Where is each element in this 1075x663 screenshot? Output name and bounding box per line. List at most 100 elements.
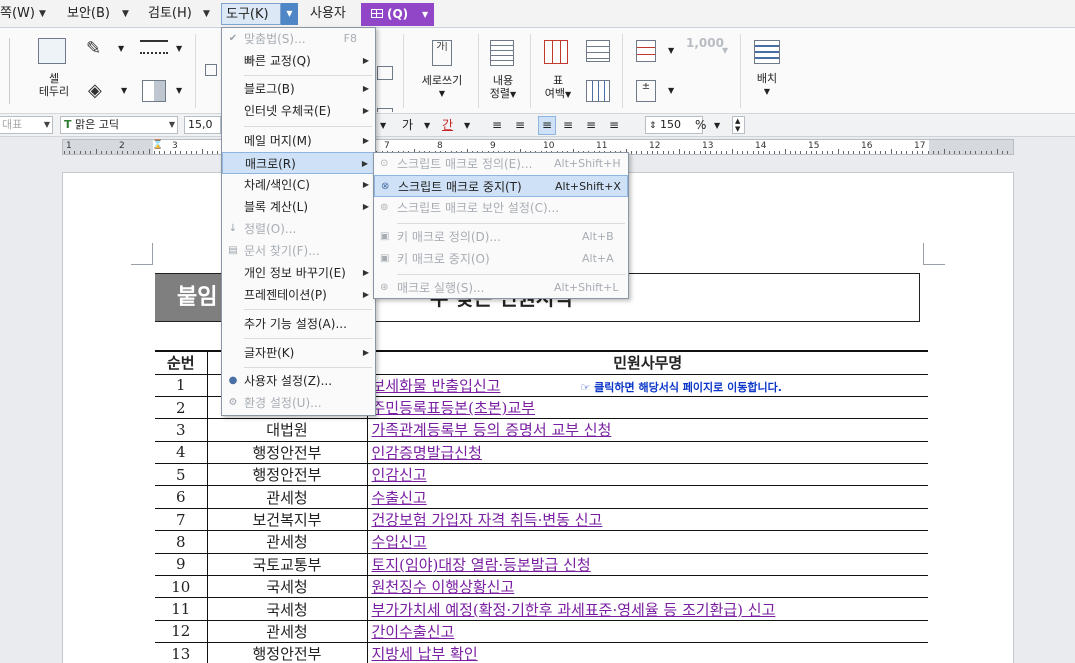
menu-item-presentation[interactable]: 프레젠테이션(P) ▶ — [222, 284, 375, 306]
menu-item-personal-info[interactable]: 개인 정보 바꾸기(E) ▶ — [222, 262, 375, 284]
arrange-button[interactable]: 배치 ▼ — [748, 72, 786, 98]
form-link[interactable]: 가족관계등록부 등의 증명서 교부 신청 — [372, 421, 612, 439]
menu-item-block-calc[interactable]: 블록 계산(L) ▶ — [222, 196, 375, 218]
menu-item-toc-index[interactable]: 차례/색인(C) ▶ — [222, 174, 375, 196]
menu-review[interactable]: 검토(H) — [144, 3, 196, 25]
form-link[interactable]: 지방세 납부 확인 — [372, 645, 478, 663]
align-right-icon[interactable]: ≡ — [563, 117, 573, 134]
pen-dropdown-icon[interactable]: ▼ — [118, 44, 124, 53]
form-link[interactable]: 보세화물 반출입신고 — [372, 377, 501, 395]
font-char-button[interactable]: 가 — [402, 117, 413, 134]
counter-dropdown-icon[interactable]: ▼ — [722, 46, 728, 55]
ruler-indent-marker-icon[interactable]: ⌛ — [152, 140, 163, 150]
menu-item-keyboard[interactable]: 글자판(K) ▶ — [222, 342, 375, 364]
align-left-icon[interactable]: ≡ — [515, 117, 525, 134]
form-link[interactable]: 부가가치세 예정(확정·기한후 과세표준·영세율 등 조기환급) 신고 — [372, 601, 776, 619]
form-link[interactable]: 인감신고 — [372, 466, 427, 484]
table-margin-icon[interactable] — [544, 40, 568, 64]
cell-border-button[interactable]: 셀 테두리 — [32, 72, 76, 98]
pen-icon[interactable]: ✎ — [86, 38, 112, 59]
grid2-icon[interactable] — [377, 108, 393, 112]
font-size-combo[interactable]: 15,0 — [184, 116, 221, 134]
tab-table-arrow-icon[interactable]: ▼ — [422, 3, 428, 26]
menu-tools[interactable]: 도구(K) — [221, 3, 281, 25]
cell-border-icon[interactable] — [38, 38, 66, 64]
menu-security[interactable]: 보안(B) — [63, 3, 114, 25]
font-dropdown-icon[interactable]: ▼ — [169, 117, 175, 133]
menu-review-arrow-icon[interactable]: ▼ — [203, 3, 210, 25]
row-height-icon[interactable] — [586, 40, 610, 62]
row-form-name: 부가가치세 예정(확정·기한후 과세표준·영세율 등 조기환급) 신고 — [367, 597, 928, 621]
menu-item-internet-post[interactable]: 인터넷 우체국(E) ▶ — [222, 100, 375, 122]
menu-tools-arrow-icon[interactable]: ▼ — [281, 3, 298, 25]
menu-item-spellcheck[interactable]: ✔ 맞춤법(S)... F8 — [222, 28, 375, 50]
menu-item-macro[interactable]: 매크로(R) ▶ — [222, 152, 375, 174]
style-dropdown-icon[interactable]: ▼ — [44, 117, 50, 133]
style-combo[interactable]: 대표 ▼ — [0, 116, 53, 134]
menu-item-quick-correct[interactable]: 빠른 교정(Q) ▶ — [222, 50, 375, 72]
menu-item-preferences[interactable]: ⚙ 환경 설정(U)... — [222, 392, 375, 414]
form-link[interactable]: 토지(임야)대장 열람·등본발급 신청 — [372, 556, 591, 574]
menu-user[interactable]: 사용자 — [306, 3, 350, 25]
submenu-item-run-macro[interactable]: ⊛ 매크로 실행(S)... Alt+Shift+L — [374, 277, 628, 299]
align-distribute-icon[interactable]: ≡ — [586, 117, 596, 134]
font-char-dropdown-icon[interactable]: ▼ — [424, 117, 430, 134]
content-align-icon[interactable] — [490, 40, 514, 66]
form-link[interactable]: 수출신고 — [372, 489, 427, 507]
align-justify-icon[interactable]: ≡ — [492, 117, 502, 134]
menu-item-mail-merge[interactable]: 메일 머지(M) ▶ — [222, 130, 375, 152]
menu-page-arrow-icon[interactable]: ▼ — [39, 3, 46, 25]
menu-security-arrow-icon[interactable]: ▼ — [122, 3, 129, 25]
submenu-item-define-script-macro[interactable]: ⊙ 스크립트 매크로 정의(E)... Alt+Shift+H — [374, 153, 628, 175]
tab-table[interactable]: (Q) ▼ — [361, 3, 434, 26]
font-color-dropdown-icon[interactable]: ▼ — [464, 117, 470, 134]
form-link[interactable]: 간이수출신고 — [372, 623, 455, 641]
row-organization: 관세청 — [207, 620, 368, 644]
line-unit-dropdown-icon[interactable]: ▼ — [714, 117, 720, 134]
calc-icon[interactable]: ± — [636, 80, 656, 102]
ruler-tick — [137, 151, 139, 154]
line-style-icon[interactable] — [140, 40, 168, 54]
content-align-button[interactable]: 내용 정렬▼ — [484, 74, 522, 101]
submenu-item-script-macro-security[interactable]: ⊚ 스크립트 매크로 보안 설정(C)... — [374, 197, 628, 219]
fill-icon[interactable]: ◈ — [88, 80, 110, 101]
font-combo[interactable]: T 맑은 고딕 ▼ — [60, 116, 178, 134]
table-margin-button[interactable]: 표 여백▼ — [538, 74, 578, 101]
fill-dropdown-icon[interactable]: ▼ — [121, 86, 127, 95]
form-link[interactable]: 인감증명발급신청 — [372, 444, 482, 462]
align-center-icon[interactable]: ≡ — [538, 116, 557, 135]
line-spacing-spinner[interactable]: ▲ ▼ — [732, 116, 745, 134]
cell-shade-icon[interactable] — [142, 80, 166, 102]
column-width-icon[interactable] — [586, 80, 610, 102]
insert-row-dropdown-icon[interactable]: ▼ — [668, 46, 674, 55]
submenu-item-stop-script-macro[interactable]: ⊗ 스크립트 매크로 중지(T) Alt+Shift+X — [374, 175, 628, 197]
merge-cells-icon[interactable] — [205, 64, 217, 76]
row-form-name: 보세화물 반출입신고 ☞ 클릭하면 해당서식 페이지로 이동합니다. — [367, 374, 928, 397]
menu-item-find-document[interactable]: ▤ 문서 찾기(F)... — [222, 240, 375, 262]
line-style-dropdown-icon[interactable]: ▼ — [176, 44, 182, 53]
menu-item-addons[interactable]: 추가 기능 설정(A)... — [222, 313, 375, 335]
menu-item-user-settings[interactable]: ● 사용자 설정(Z)... — [222, 370, 375, 392]
ruler-tick — [175, 151, 176, 154]
form-link[interactable]: 수입신고 — [372, 533, 427, 551]
form-link[interactable]: 원천징수 이행상황신고 — [372, 578, 515, 596]
form-link[interactable]: 주민등록표등본(초본)교부 — [372, 399, 536, 417]
font-color-button[interactable]: 간 — [442, 117, 453, 134]
cell-shade-dropdown-icon[interactable]: ▼ — [176, 86, 182, 95]
ruler-tick — [1001, 151, 1003, 154]
submenu-item-define-key-macro[interactable]: ▣ 키 매크로 정의(D)... Alt+B — [374, 226, 628, 248]
ruler-left-margin — [63, 140, 153, 154]
vertical-writing-button[interactable]: 세로쓰기 ▼ — [413, 74, 471, 100]
form-link[interactable]: 건강보험 가입자 자격 취득·변동 신고 — [372, 511, 603, 529]
menu-item-sort[interactable]: ↓ 정렬(O)... — [222, 218, 375, 240]
menu-item-blog[interactable]: 블로그(B) ▶ — [222, 78, 375, 100]
calc-dropdown-icon[interactable]: ▼ — [668, 86, 674, 95]
grid-icon[interactable] — [377, 66, 393, 80]
menu-page[interactable]: 쪽(W) — [0, 3, 39, 25]
submenu-item-stop-key-macro[interactable]: ▣ 키 매크로 중지(O) Alt+A — [374, 248, 628, 270]
insert-row-icon[interactable] — [636, 40, 656, 62]
font-size-dropdown-icon[interactable]: ▼ — [380, 117, 386, 134]
arrange-icon[interactable] — [754, 40, 780, 64]
vertical-writing-icon[interactable]: 가| — [432, 40, 452, 66]
align-split-icon[interactable]: ≡ — [609, 117, 619, 134]
